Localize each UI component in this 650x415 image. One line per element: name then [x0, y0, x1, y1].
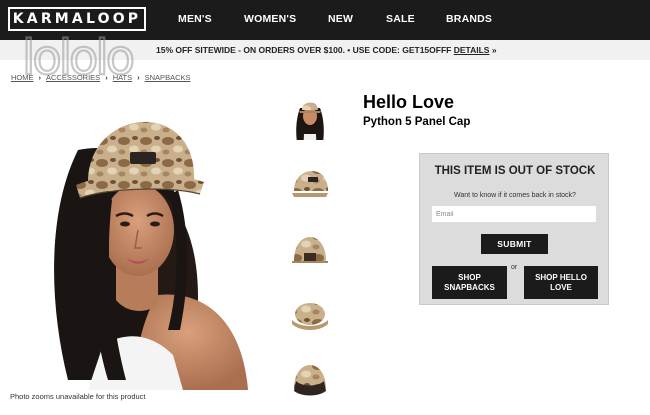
- shop-brand-label-line1: SHOP HELLO: [535, 272, 587, 282]
- cap-underbrim-thumbnail-icon: [294, 365, 326, 396]
- promo-details-link[interactable]: DETAILS: [454, 45, 490, 55]
- shop-brand-label-line2: LOVE: [550, 282, 572, 292]
- shop-snapbacks-label-line2: SNAPBACKS: [444, 282, 495, 292]
- out-of-stock-heading: THIS ITEM IS OUT OF STOCK: [434, 165, 596, 177]
- thumbnail-4[interactable]: [290, 294, 330, 340]
- breadcrumb-accessories[interactable]: ACCESSORIES: [46, 73, 100, 82]
- photo-caption: Photo zooms unavailable for this product: [10, 392, 146, 401]
- restock-question: Want to know if it comes back in stock?: [454, 192, 576, 199]
- breadcrumb-separator-icon: ›: [105, 73, 108, 82]
- breadcrumb-hats[interactable]: HATS: [113, 73, 132, 82]
- submit-button[interactable]: SUBMIT: [481, 234, 548, 254]
- shop-hello-love-button[interactable]: SHOP HELLO LOVE: [524, 266, 598, 299]
- promo-arrow-icon: »: [491, 45, 497, 55]
- main-product-photo[interactable]: [8, 90, 260, 390]
- shop-snapbacks-label-line1: SHOP: [458, 272, 481, 282]
- or-divider: or: [511, 264, 518, 271]
- thumbnail-5[interactable]: [290, 359, 330, 405]
- site-logo[interactable]: KARMALOOP: [8, 7, 146, 31]
- email-field[interactable]: [432, 206, 596, 222]
- cap-side-thumbnail-icon: [292, 171, 328, 197]
- breadcrumb-snapbacks[interactable]: SNAPBACKS: [145, 73, 191, 82]
- nav-mens[interactable]: MEN'S: [178, 13, 212, 25]
- cap-back-thumbnail-icon: [292, 237, 328, 263]
- nav-sale[interactable]: SALE: [386, 13, 415, 25]
- promo-text-wrap: 15% OFF SITEWIDE - ON ORDERS OVER $100. …: [156, 45, 497, 55]
- breadcrumb-separator-icon: ›: [137, 73, 140, 82]
- breadcrumb: HOME › ACCESSORIES › HATS › SNAPBACKS: [11, 73, 191, 82]
- shop-snapbacks-button[interactable]: SHOP SNAPBACKS: [432, 266, 507, 299]
- thumbnail-1[interactable]: [290, 94, 330, 140]
- nav-brands[interactable]: BRANDS: [446, 13, 492, 25]
- promo-banner: 15% OFF SITEWIDE - ON ORDERS OVER $100. …: [0, 40, 650, 60]
- out-of-stock-panel: THIS ITEM IS OUT OF STOCK Want to know i…: [419, 153, 609, 305]
- product-title: Hello Love: [363, 92, 455, 112]
- thumbnail-2[interactable]: [290, 163, 330, 209]
- nav-new[interactable]: NEW: [328, 13, 353, 25]
- breadcrumb-separator-icon: ›: [38, 73, 42, 82]
- promo-message: 15% OFF SITEWIDE - ON ORDERS OVER $100. …: [156, 45, 452, 55]
- top-nav-bar: KARMALOOP MEN'S WOMEN'S NEW SALE BRANDS: [0, 0, 650, 40]
- cap-top-thumbnail-icon: [292, 303, 328, 330]
- thumbnail-3[interactable]: [290, 229, 330, 275]
- breadcrumb-home[interactable]: HOME: [11, 73, 34, 82]
- product-subtitle: Python 5 Panel Cap: [363, 116, 471, 128]
- model-wearing-cap-thumbnail-icon: [290, 94, 330, 140]
- model-wearing-cap-image: [54, 121, 248, 390]
- nav-womens[interactable]: WOMEN'S: [244, 13, 296, 25]
